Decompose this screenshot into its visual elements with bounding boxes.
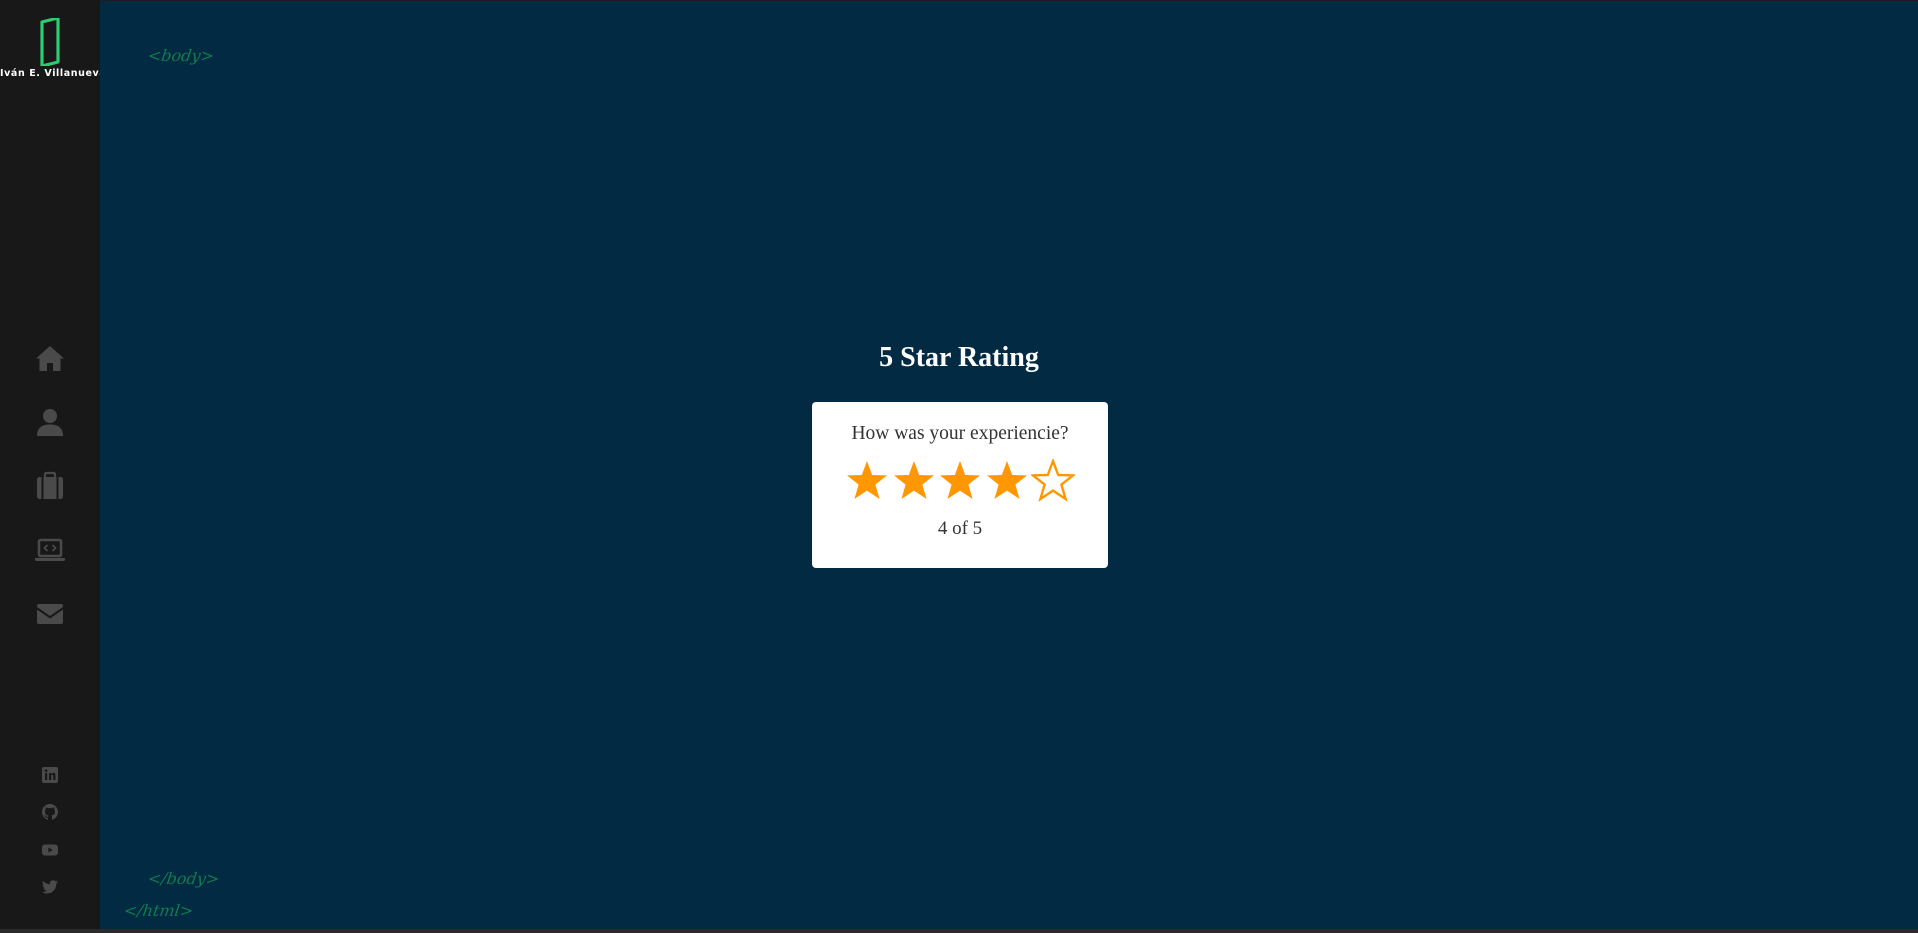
main-content: <body> 5 Star Rating How was your experi… [100, 1, 1918, 929]
nav-item-projects[interactable] [0, 518, 100, 582]
page-title: 5 Star Rating [879, 342, 1039, 373]
briefcase-icon [37, 471, 63, 499]
nav-item-contact[interactable] [0, 582, 100, 646]
youtube-icon [42, 844, 58, 856]
social-link-github[interactable] [0, 794, 100, 832]
body-close-tag: </body> [146, 869, 221, 888]
html-close-tag: </html> [122, 901, 195, 920]
laptop-code-icon [35, 538, 65, 561]
envelope-icon [37, 604, 63, 624]
rating-label: 4 of 5 [937, 518, 983, 539]
brand-logo[interactable]: Iván E. Villanueva [0, 18, 107, 79]
linkedin-icon [42, 766, 58, 783]
app-root: Iván E. Villanueva <body> 5 Star Rating … [0, 0, 1918, 933]
sidebar: Iván E. Villanueva [0, 0, 107, 929]
body-open-tag: <body> [146, 46, 216, 65]
door-logo-icon [40, 18, 60, 66]
star-filled-icon [940, 461, 980, 499]
social-links [0, 756, 100, 906]
twitter-icon [42, 880, 58, 894]
star-2[interactable] [890, 459, 937, 505]
rating-card: How was your experiencie? 4 of 5 [812, 402, 1108, 568]
home-icon [36, 346, 64, 371]
nav-item-portfolio[interactable] [0, 454, 100, 518]
social-link-linkedin[interactable] [0, 756, 100, 794]
bottom-bar [0, 929, 1918, 933]
star-1[interactable] [844, 459, 891, 505]
star-5[interactable] [1029, 457, 1077, 505]
star-4[interactable] [983, 459, 1030, 505]
rating-question: How was your experiencie? [851, 423, 1069, 444]
star-rating [812, 457, 1108, 507]
star-3[interactable] [937, 459, 984, 505]
star-filled-icon [893, 461, 934, 499]
brand-name: Iván E. Villanueva [0, 68, 107, 79]
star-outline-icon [1029, 457, 1077, 502]
star-filled-icon [986, 461, 1027, 499]
social-link-youtube[interactable] [0, 831, 100, 869]
user-icon [37, 409, 63, 436]
star-filled-icon [847, 461, 887, 499]
github-icon [42, 804, 58, 820]
nav-item-home[interactable] [0, 326, 100, 390]
nav-item-about[interactable] [0, 390, 100, 454]
social-link-twitter[interactable] [0, 869, 100, 907]
main-nav [0, 326, 100, 646]
